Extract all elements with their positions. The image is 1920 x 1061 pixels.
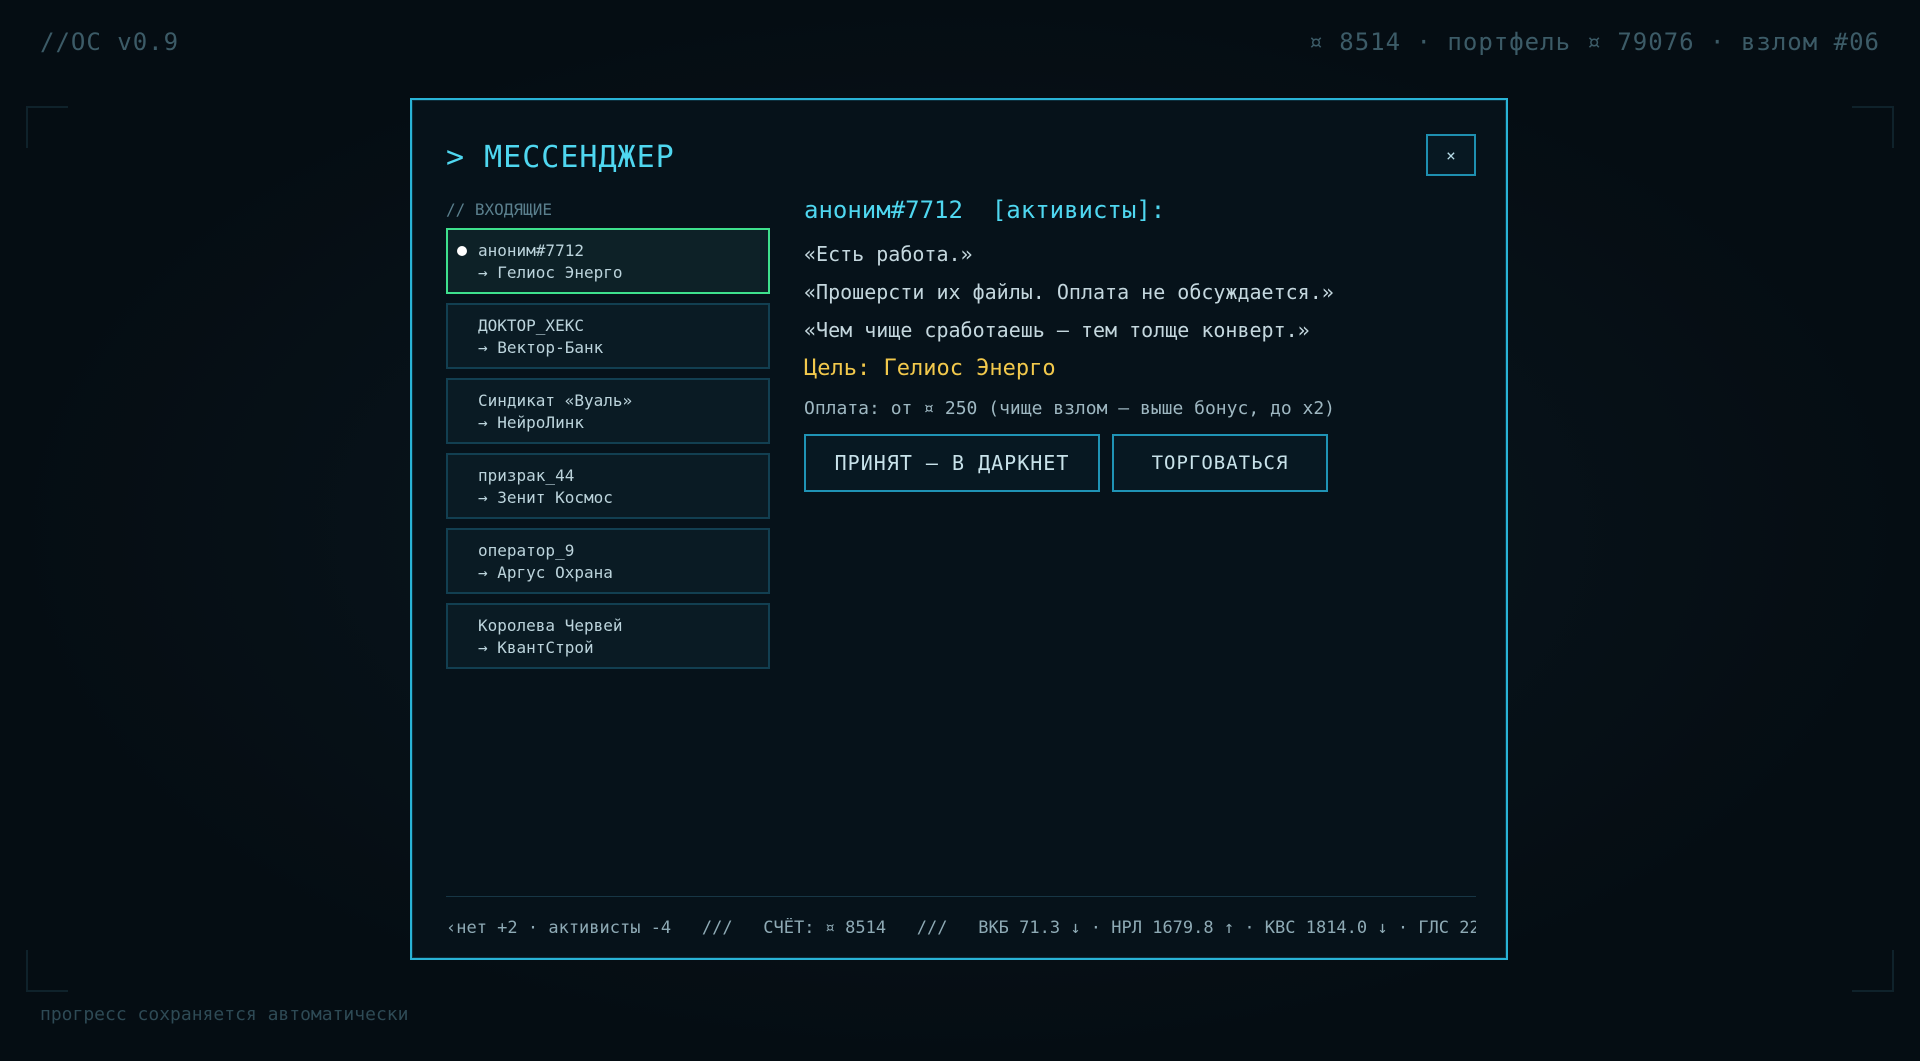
inbox-item-target: → КвантСтрой xyxy=(478,638,594,657)
frame-corner-bottom-left xyxy=(26,950,68,992)
inbox-item-sender: Синдикат «Вуаль» xyxy=(478,391,633,410)
message-line: «Есть работа.» xyxy=(804,242,973,266)
status-bar: ¤ 8514 · портфель ¤ 79076 · взлом #06 xyxy=(1308,28,1880,56)
dialog-title: > МЕССЕНДЖЕР xyxy=(446,140,675,175)
inbox-item-sender: призрак_44 xyxy=(478,466,575,485)
inbox-item-target: → Зенит Космос xyxy=(478,488,613,507)
message-line: «Прошерсти их файлы. Оплата не обсуждает… xyxy=(804,280,1334,304)
message-goal: Цель: Гелиос Энерго xyxy=(804,356,1056,381)
market-ticker: ‹нет +2 · активисты -4 /// СЧЁТ: ¤ 8514 … xyxy=(446,918,1476,938)
game-screen: //OC v0.9 ¤ 8514 · портфель ¤ 79076 · вз… xyxy=(0,0,1920,1061)
negotiate-button[interactable]: ТОРГОВАТЬСЯ xyxy=(1112,434,1328,492)
inbox-item-target: → Аргус Охрана xyxy=(478,563,613,582)
inbox-item-sender: оператор_9 xyxy=(478,541,575,560)
inbox-item-target: → НейроЛинк xyxy=(478,413,584,432)
inbox-item-prizrak-44[interactable]: призрак_44 → Зенит Космос xyxy=(446,453,770,519)
inbox-item-anonim-7712[interactable]: аноним#7712 → Гелиос Энерго xyxy=(446,228,770,294)
inbox-item-sindikat-vual[interactable]: Синдикат «Вуаль» → НейроЛинк xyxy=(446,378,770,444)
inbox-label: // ВХОДЯЩИЕ xyxy=(446,200,552,219)
close-button[interactable]: × xyxy=(1426,134,1476,176)
message-line: «Чем чище сработаешь — тем толще конверт… xyxy=(804,318,1310,342)
message-header: аноним#7712 [активисты]: xyxy=(804,196,1166,224)
unread-dot-icon xyxy=(457,246,467,256)
inbox-item-sender: ДОКТОР_ХЕКС xyxy=(478,316,584,335)
inbox-item-sender: аноним#7712 xyxy=(478,241,584,260)
inbox-list: аноним#7712 → Гелиос Энерго ДОКТОР_ХЕКС … xyxy=(446,228,770,678)
ticker-divider xyxy=(446,896,1476,897)
inbox-item-target: → Гелиос Энерго xyxy=(478,263,623,282)
accept-darknet-button[interactable]: ПРИНЯТ — В ДАРКНЕТ xyxy=(804,434,1100,492)
frame-corner-bottom-right xyxy=(1852,950,1894,992)
messenger-dialog: > МЕССЕНДЖЕР × // ВХОДЯЩИЕ аноним#7712 →… xyxy=(410,98,1508,960)
inbox-item-koroleva-chervei[interactable]: Королева Червей → КвантСтрой xyxy=(446,603,770,669)
inbox-item-sender: Королева Червей xyxy=(478,616,623,635)
inbox-item-target: → Вектор-Банк xyxy=(478,338,604,357)
version-label: //OC v0.9 xyxy=(40,28,180,56)
inbox-item-doktor-heks[interactable]: ДОКТОР_ХЕКС → Вектор-Банк xyxy=(446,303,770,369)
message-payment: Оплата: от ¤ 250 (чище взлом — выше бону… xyxy=(804,398,1336,419)
autosave-note: прогресс сохраняется автоматически xyxy=(40,1004,409,1025)
inbox-item-operator-9[interactable]: оператор_9 → Аргус Охрана xyxy=(446,528,770,594)
ticker-text: ‹нет +2 · активисты -4 /// СЧЁТ: ¤ 8514 … xyxy=(446,918,1476,938)
close-icon: × xyxy=(1446,145,1456,165)
frame-corner-top-right xyxy=(1852,106,1894,148)
frame-corner-top-left xyxy=(26,106,68,148)
